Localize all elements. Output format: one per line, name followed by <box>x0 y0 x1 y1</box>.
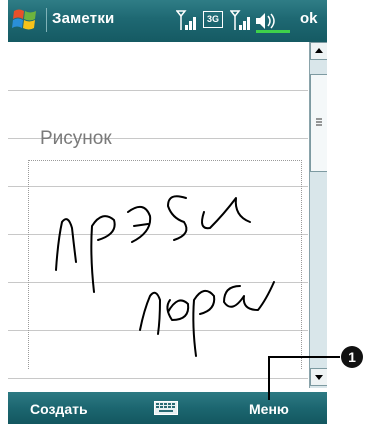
vertical-scrollbar[interactable] <box>309 42 327 388</box>
phone-signal-icon[interactable] <box>230 10 252 32</box>
app-title: Заметки <box>52 10 115 27</box>
keyboard-icon[interactable] <box>154 401 178 415</box>
network-3g-icon[interactable]: 3G <box>203 11 223 28</box>
command-bar: Создать Меню <box>8 392 327 424</box>
volume-icon[interactable] <box>254 10 294 34</box>
scroll-down-button[interactable] <box>310 368 327 386</box>
device-screen: Заметки 3G ok Рисунок Создать Меню <box>8 0 327 424</box>
scroll-up-button[interactable] <box>310 42 327 60</box>
drawing-label: Рисунок <box>40 128 112 149</box>
menu-softkey[interactable]: Меню <box>249 401 289 417</box>
grip-icon <box>316 118 322 126</box>
scroll-thumb[interactable] <box>310 74 327 172</box>
callout-number-badge: 1 <box>341 346 363 368</box>
arrow-down-icon <box>315 375 323 380</box>
title-separator <box>46 8 47 32</box>
handwriting-drawing[interactable] <box>28 170 308 370</box>
windows-flag-icon[interactable] <box>10 5 40 35</box>
ruled-line <box>8 90 308 91</box>
title-bar: Заметки 3G ok <box>8 0 327 42</box>
signal-strength-icon[interactable] <box>176 10 198 32</box>
callout-line-vertical <box>268 356 270 400</box>
callout-line-horizontal <box>268 356 340 358</box>
arrow-up-icon <box>315 48 323 53</box>
ruled-line <box>8 378 308 379</box>
ok-button[interactable]: ok <box>300 10 318 27</box>
new-softkey[interactable]: Создать <box>30 401 88 417</box>
